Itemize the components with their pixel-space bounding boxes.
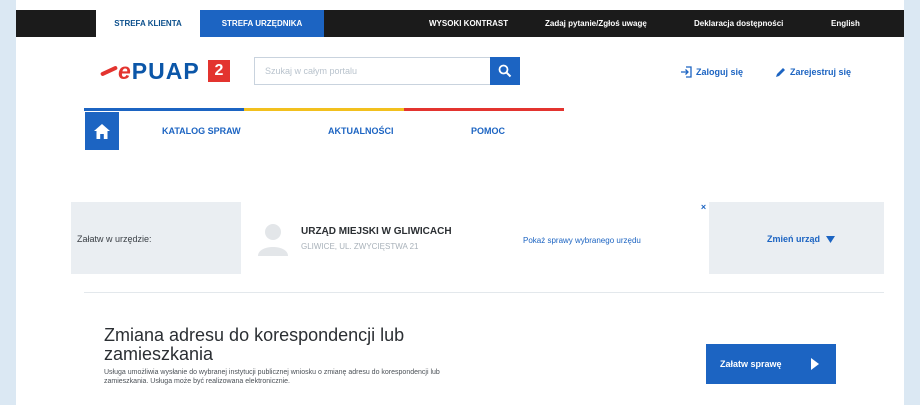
- login-icon: [681, 66, 692, 78]
- tab-strefa-urzednika[interactable]: STREFA URZĘDNIKA: [200, 10, 324, 37]
- show-office-services-link[interactable]: Pokaż sprawy wybranego urzędu: [523, 236, 641, 245]
- change-office-label: Zmień urząd: [767, 234, 821, 244]
- pencil-icon: [776, 67, 785, 77]
- accessibility-declaration-link[interactable]: Deklaracja dostępności: [694, 10, 783, 37]
- search-icon: [498, 64, 512, 78]
- close-icon[interactable]: ×: [698, 202, 709, 213]
- office-panel: Załatw w urzędzie: URZĄD MIEJSKI W GLIWI…: [71, 202, 884, 274]
- play-arrow-icon: [811, 358, 819, 370]
- high-contrast-link[interactable]: WYSOKI KONTRAST: [429, 10, 508, 37]
- nav-katalog-spraw[interactable]: KATALOG SPRAW: [162, 126, 241, 136]
- ask-question-link[interactable]: Zadaj pytanie/Zgłoś uwagę: [545, 10, 647, 37]
- office-label: Załatw w urzędzie:: [77, 234, 152, 244]
- accent-line-red: [404, 108, 564, 111]
- office-address: GLIWICE, UL. ZWYCIĘSTWA 21: [301, 242, 419, 251]
- nav-aktualnosci[interactable]: AKTUALNOŚCI: [328, 126, 394, 136]
- logo-text: ePUAP: [118, 58, 200, 84]
- nav-pomoc[interactable]: POMOC: [471, 126, 505, 136]
- accent-line-yellow: [244, 108, 404, 111]
- triangle-down-icon: [826, 235, 836, 243]
- divider: [84, 292, 884, 293]
- user-avatar-icon: [255, 220, 291, 256]
- selected-office-card: URZĄD MIEJSKI W GLIWICACH GLIWICE, UL. Z…: [241, 202, 709, 274]
- login-label: Zaloguj się: [696, 67, 744, 77]
- service-title: Zmiana adresu do korespondencji lub zami…: [104, 325, 405, 364]
- english-link[interactable]: English: [831, 10, 860, 37]
- accent-line-blue: [84, 108, 244, 111]
- tab-strefa-klienta[interactable]: STREFA KLIENTA: [96, 10, 200, 37]
- page: STREFA KLIENTA STREFA URZĘDNIKA WYSOKI K…: [16, 0, 904, 405]
- change-office-button[interactable]: Zmień urząd: [767, 234, 836, 244]
- register-link[interactable]: Zarejestruj się: [775, 64, 851, 80]
- logo-swoosh: [99, 65, 119, 77]
- handle-case-label: Załatw sprawę: [720, 359, 782, 369]
- search-input[interactable]: [255, 58, 485, 84]
- logo-version-badge: 2: [208, 60, 230, 82]
- home-button[interactable]: [85, 112, 119, 150]
- search-box: [254, 57, 506, 85]
- top-bar: STREFA KLIENTA STREFA URZĘDNIKA WYSOKI K…: [16, 10, 904, 37]
- service-description: Usługa umożliwia wysłanie do wybranej in…: [104, 369, 440, 385]
- login-link[interactable]: Zaloguj się: [680, 64, 743, 80]
- register-label: Zarejestruj się: [790, 67, 852, 77]
- handle-case-button[interactable]: Załatw sprawę: [706, 344, 836, 384]
- office-name: URZĄD MIEJSKI W GLIWICACH: [301, 226, 452, 237]
- home-icon: [94, 123, 110, 139]
- search-button[interactable]: [490, 57, 520, 85]
